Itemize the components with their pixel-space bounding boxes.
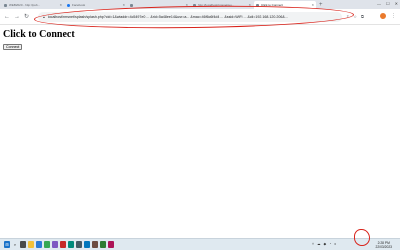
- close-icon[interactable]: ✕: [59, 3, 62, 7]
- toolbar-icons: ⇪ ☆ ⧉: [346, 14, 364, 19]
- clock[interactable]: 2:28 PM 22/03/2023: [375, 241, 392, 249]
- wifi-icon[interactable]: ◔: [329, 242, 331, 246]
- maximize-icon[interactable]: ☐: [386, 1, 390, 6]
- new-tab-button[interactable]: +: [319, 1, 323, 9]
- close-icon[interactable]: ✕: [185, 3, 188, 7]
- date: 22/03/2023: [375, 245, 392, 249]
- reload-icon[interactable]: ↻: [24, 13, 29, 21]
- lock-icon[interactable]: 🔒︎: [43, 15, 45, 19]
- back-icon[interactable]: ←: [4, 13, 10, 21]
- star-icon[interactable]: ☆: [353, 14, 357, 19]
- app-icon[interactable]: [84, 241, 90, 248]
- task-view-icon[interactable]: [20, 241, 26, 248]
- app-icon[interactable]: [60, 241, 66, 248]
- tab-localhost[interactable]: http://localhost/rmsnet/au... ✕: [191, 1, 253, 9]
- site-favicon-icon: [193, 3, 196, 7]
- address-text: localhost/rmsnet/splash/splash.php?cid=1…: [47, 15, 288, 19]
- connect-button[interactable]: Connect: [3, 44, 23, 50]
- cloud-icon[interactable]: ☁: [317, 242, 321, 246]
- window-controls: — ☐ ✕: [377, 1, 398, 6]
- site-favicon-icon: [256, 3, 259, 7]
- app-icon[interactable]: [100, 241, 106, 248]
- tab-label: http://localhost/rmsnet/au...: [198, 3, 235, 7]
- share-icon[interactable]: ⇪: [346, 14, 349, 19]
- tab-label: Facebook: [72, 3, 86, 7]
- app-icon[interactable]: [68, 241, 74, 248]
- file-explorer-icon[interactable]: [28, 241, 34, 248]
- site-favicon-icon: [4, 3, 7, 7]
- extensions-icon[interactable]: ⧉: [361, 14, 364, 19]
- app-icon[interactable]: [108, 241, 114, 248]
- page-title: Click to Connect: [3, 29, 75, 40]
- close-icon[interactable]: ✕: [248, 3, 251, 7]
- forward-icon[interactable]: →: [14, 13, 20, 21]
- taskbar: ⊞ ⌕ ˄ ☁ ◆ ◔ 🔈︎ 2:28 PM 22/03/2023: [0, 238, 400, 250]
- app-icon[interactable]: [76, 241, 82, 248]
- edge-icon[interactable]: [36, 241, 42, 248]
- site-favicon-icon: [130, 3, 133, 7]
- tab-blank[interactable]: ✕: [128, 1, 190, 9]
- tab-web2020[interactable]: WEB2020 - http://pub... ✕: [2, 1, 64, 9]
- minimize-icon[interactable]: —: [377, 1, 381, 6]
- system-tray: ˄ ☁ ◆ ◔ 🔈︎: [312, 242, 336, 246]
- chrome-icon[interactable]: [44, 241, 50, 248]
- close-window-icon[interactable]: ✕: [395, 1, 398, 6]
- address-bar[interactable]: 🔒︎ localhost/rmsnet/splash/splash.php?ci…: [38, 12, 342, 22]
- browser-window: WEB2020 - http://pub... ✕ Facebook ✕ ✕ h…: [0, 0, 400, 250]
- taskbar-apps: ⊞ ⌕: [4, 241, 114, 248]
- tab-label: WEB2020 - http://pub...: [9, 3, 41, 7]
- menu-icon[interactable]: ⋮: [391, 13, 396, 20]
- tab-click-to-connect[interactable]: Click to Connect ✕: [254, 1, 316, 9]
- browser-toolbar: ← → ↻ 🔒︎ localhost/rmsnet/splash/splash.…: [0, 9, 400, 25]
- windows-start-icon[interactable]: ⊞: [4, 241, 10, 248]
- chevron-up-icon[interactable]: ˄: [312, 242, 314, 246]
- tab-facebook[interactable]: Facebook ✕: [65, 1, 127, 9]
- close-icon[interactable]: ✕: [311, 3, 314, 7]
- page-content: Click to Connect Connect: [0, 26, 400, 238]
- app-tray-icon[interactable]: ◆: [324, 242, 327, 246]
- facebook-icon: [67, 3, 70, 7]
- profile-avatar[interactable]: [380, 13, 386, 19]
- volume-icon[interactable]: 🔈︎: [334, 242, 336, 246]
- store-icon[interactable]: [52, 241, 58, 248]
- tab-strip: WEB2020 - http://pub... ✕ Facebook ✕ ✕ h…: [0, 0, 400, 9]
- tab-label: Click to Connect: [261, 3, 283, 7]
- search-icon[interactable]: ⌕: [12, 241, 18, 248]
- app-icon[interactable]: [92, 241, 98, 248]
- close-icon[interactable]: ✕: [122, 3, 125, 7]
